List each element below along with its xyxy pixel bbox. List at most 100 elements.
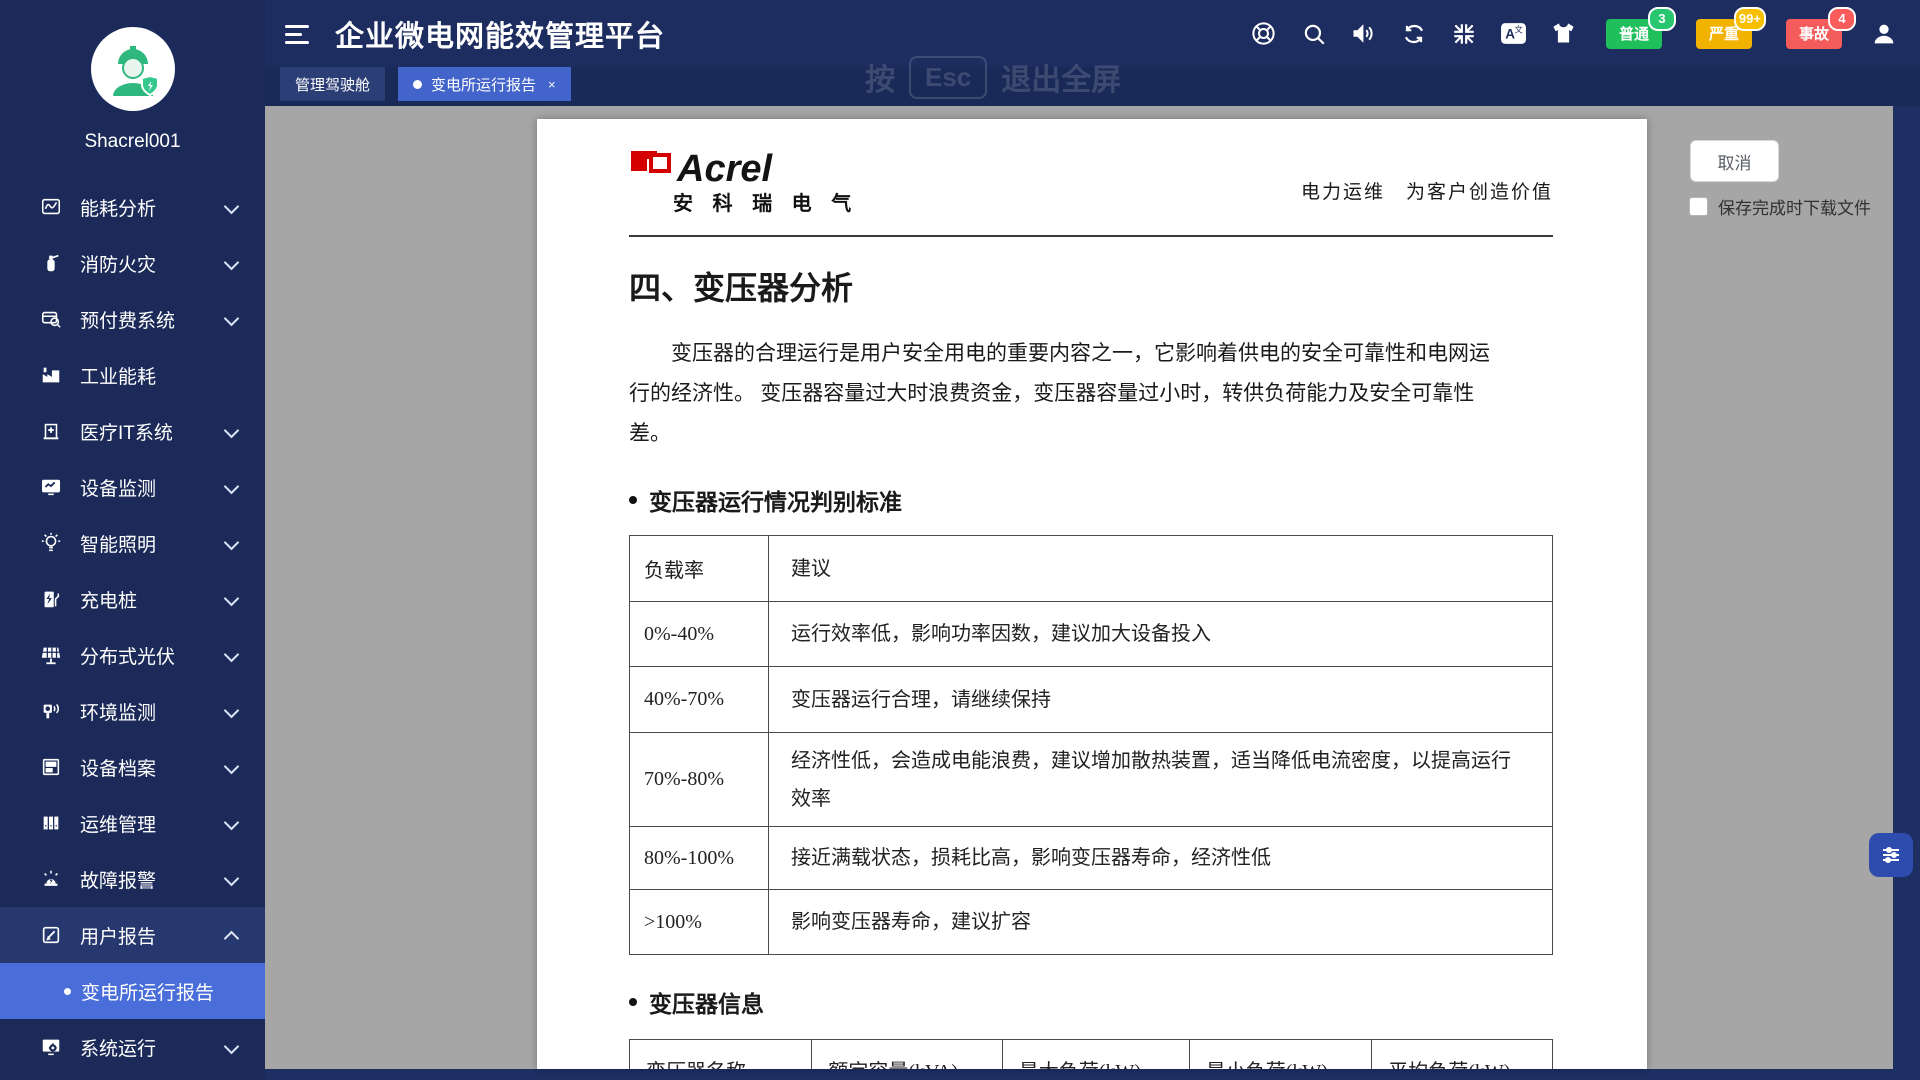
table-header-row: 变压器名称 额定容量(kVA) 最大负荷(kW) 最小负荷(kW) 平均负荷(k… [630,1040,1553,1070]
sidebar-item-environment-monitoring[interactable]: 环境监测 [0,683,265,739]
sound-speaker-icon[interactable] [1350,20,1378,48]
sidebar-item-label: 分布式光伏 [80,642,175,669]
cell-rate: 80%-100% [630,827,769,890]
alarm-badge-accident[interactable]: 事故 4 [1786,19,1842,49]
factory-icon [40,364,62,386]
cell-advice: 经济性低，会造成电能浪费，建议增加散热装置，适当降低电流密度，以提高运行 效率 [769,733,1553,827]
brand-name: Acrel [677,149,858,189]
tab-label: 变电所运行报告 [431,74,536,95]
chevron-down-icon [224,871,240,887]
report-edit-icon [40,924,62,946]
sidebar-item-label: 预付费系统 [80,306,175,333]
col-header-rated-capacity: 额定容量(kVA) [812,1040,1002,1070]
tab-bar: 管理驾驶舱 变电所运行报告 × [265,67,1920,106]
cell-rate: >100% [630,890,769,955]
sidebar-item-fault-alarm[interactable]: 故障报警 [0,851,265,907]
report-document-page: Acrel 安 科 瑞 电 气 电力运维 为客户创造价值 四、变压器分析 变压器… [537,119,1647,1069]
table-row: 70%-80% 经济性低，会造成电能浪费，建议增加散热装置，适当降低电流密度，以… [630,733,1553,827]
brand-sub-name: 安 科 瑞 电 气 [673,187,858,216]
svg-text:文: 文 [1515,24,1524,34]
refresh-icon[interactable] [1400,20,1428,48]
archive-icon [40,756,62,778]
alarm-badge-normal[interactable]: 普通 3 [1606,19,1662,49]
sidebar-item-system-operation[interactable]: 系统运行 [0,1019,265,1075]
chevron-down-icon [224,311,240,327]
monitor-icon [40,476,62,498]
tab-dashboard[interactable]: 管理驾驶舱 [280,67,385,101]
app-root: Shacrel001 能耗分析 消防火灾 预付费系统 工业能耗 医疗IT系统 [0,0,1920,1080]
sidebar-item-label: 智能照明 [80,530,156,557]
environment-sensor-icon [40,700,62,722]
right-navy-strip [1893,106,1920,1080]
chevron-down-icon [224,255,240,271]
alarm-badge-severe[interactable]: 严重 99+ [1696,19,1752,49]
section-title-text: 变压器信息 [649,985,764,1019]
cancel-button[interactable]: 取消 [1690,140,1779,182]
company-slogan: 电力运维 为客户创造价值 [1301,177,1553,204]
normal-count: 3 [1648,7,1676,31]
chevron-down-icon [224,591,240,607]
sidebar-subitem-substation-report[interactable]: 变电所运行报告 [0,963,265,1019]
main-area: 按 Esc 退出全屏 企业微电网能效管理平台 A文 普通 3 严重 [265,0,1920,1080]
sidebar-item-label: 消防火灾 [80,250,156,277]
sidebar-item-fire-safety[interactable]: 消防火灾 [0,235,265,291]
document-title: 四、变压器分析 [629,263,1553,309]
badge-label: 事故 [1799,23,1829,44]
cell-advice: 变压器运行合理，请继续保持 [769,667,1553,733]
menu-fold-icon[interactable] [285,25,309,44]
chevron-down-icon [224,1039,240,1055]
language-translate-icon[interactable]: A文 [1500,20,1528,48]
transformer-info-table: 变压器名称 额定容量(kVA) 最大负荷(kW) 最小负荷(kW) 平均负荷(k… [629,1039,1553,1069]
user-profile-icon[interactable] [1870,20,1898,48]
header-actions: A文 普通 3 严重 99+ 事故 4 [1250,19,1898,49]
bottom-navy-strip [265,1069,1920,1080]
acrel-logo-mark-icon [629,149,673,191]
help-lifebuoy-icon[interactable] [1250,20,1278,48]
sidebar-item-energy-analysis[interactable]: 能耗分析 [0,179,265,235]
tab-close-icon[interactable]: × [548,77,556,92]
download-checkbox[interactable] [1689,197,1708,216]
sidebar-item-device-archive[interactable]: 设备档案 [0,739,265,795]
chevron-down-icon [224,815,240,831]
sidebar-menu: 能耗分析 消防火灾 预付费系统 工业能耗 医疗IT系统 设备监测 [0,179,265,1075]
col-header-avg-load: 平均负荷(kW) [1372,1040,1553,1070]
sidebar-item-distributed-pv[interactable]: 分布式光伏 [0,627,265,683]
cell-rate: 0%-40% [630,602,769,667]
search-icon[interactable] [1300,20,1328,48]
sidebar-item-ev-charger[interactable]: 充电桩 [0,571,265,627]
bulb-icon [40,532,62,554]
prepaid-card-icon [40,308,62,330]
sidebar-item-label: 环境监测 [80,698,156,725]
load-rate-table: 负载率 建议 0%-40% 运行效率低，影响功率因数，建议加大设备投入 40%-… [629,535,1553,955]
username: Shacrel001 [0,131,265,153]
download-option-row: 保存完成时下载文件 [1689,194,1871,219]
chevron-down-icon [224,703,240,719]
sidebar-item-industrial-energy[interactable]: 工业能耗 [0,347,265,403]
section-title-transformer-info: 变压器信息 [629,985,1553,1019]
worker-avatar-icon [98,34,168,104]
tab-substation-report[interactable]: 变电所运行报告 × [398,67,571,101]
col-header-load-rate: 负载率 [630,536,769,602]
chevron-down-icon [224,423,240,439]
cell-rate: 40%-70% [630,667,769,733]
cell-advice: 接近满载状态，损耗比高，影响变压器寿命，经济性低 [769,827,1553,890]
sidebar-item-label: 用户报告 [80,922,156,949]
sidebar-item-prepaid-system[interactable]: 预付费系统 [0,291,265,347]
avatar[interactable] [91,27,175,111]
chevron-up-icon [224,931,240,947]
theme-shirt-icon[interactable] [1550,20,1578,48]
col-header-min-load: 最小负荷(kW) [1189,1040,1372,1070]
settings-sliders-button[interactable] [1869,833,1913,877]
table-header-row: 负载率 建议 [630,536,1553,602]
sidebar-item-device-monitoring[interactable]: 设备监测 [0,459,265,515]
sidebar-item-ops-management[interactable]: 运维管理 [0,795,265,851]
hospital-icon [40,420,62,442]
document-paragraph: 变压器的合理运行是用户安全用电的重要内容之一，它影响着供电的安全可靠性和电网运 … [629,333,1553,453]
sidebar-item-smart-lighting[interactable]: 智能照明 [0,515,265,571]
sidebar-item-label: 能耗分析 [80,194,156,221]
sidebar-item-user-report[interactable]: 用户报告 [0,907,265,963]
chevron-down-icon [224,479,240,495]
sidebar-item-medical-it[interactable]: 医疗IT系统 [0,403,265,459]
sidebar-item-label: 医疗IT系统 [80,418,173,445]
exit-fullscreen-icon[interactable] [1450,20,1478,48]
